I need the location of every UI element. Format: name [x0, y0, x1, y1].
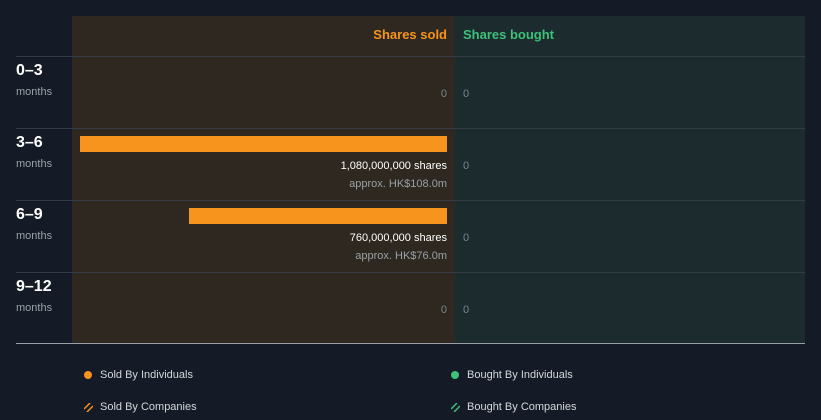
period-unit: months	[16, 86, 53, 98]
period-label: 6–9 months	[16, 206, 52, 242]
bought-value-label: 0	[463, 232, 470, 244]
row-divider	[16, 272, 805, 273]
shares-bought-panel	[455, 16, 805, 344]
sold-bar[interactable]	[188, 208, 447, 224]
legend-bought-by-companies: Bought By Companies	[451, 401, 576, 413]
legend-sold-by-individuals: Sold By Individuals	[84, 369, 193, 381]
period-label: 0–3 months	[16, 62, 52, 98]
chart-baseline	[16, 343, 805, 344]
period-label: 9–12 months	[16, 278, 52, 314]
orange-hatch-icon	[84, 402, 93, 412]
period-range: 6–9	[16, 206, 43, 223]
bought-value-label: 0	[463, 88, 470, 100]
orange-dot-icon	[84, 371, 92, 379]
period-range: 0–3	[16, 62, 43, 79]
legend-label: Bought By Companies	[467, 401, 577, 413]
sold-value-label: 0	[440, 304, 447, 316]
green-dot-icon	[451, 371, 459, 379]
row-divider	[16, 56, 805, 57]
legend-bought-by-individuals: Bought By Individuals	[451, 369, 573, 381]
sold-shares-label: 760,000,000 shares	[349, 232, 447, 244]
bought-value-label: 0	[463, 304, 470, 316]
period-label: 3–6 months	[16, 134, 52, 170]
period-unit: months	[16, 230, 53, 242]
sold-approx-value: approx. HK$76.0m	[355, 250, 447, 262]
period-unit: months	[16, 158, 53, 170]
sold-approx-value: approx. HK$108.0m	[349, 178, 447, 190]
legend-sold-by-companies: Sold By Companies	[84, 401, 197, 413]
legend-label: Bought By Individuals	[467, 369, 573, 381]
shares-sold-header: Shares sold	[373, 27, 447, 42]
shares-bought-header: Shares bought	[463, 27, 555, 42]
sold-value-label: 0	[440, 88, 447, 100]
sold-shares-label: 1,080,000,000 shares	[340, 160, 447, 172]
row-divider	[16, 128, 805, 129]
row-divider	[16, 200, 805, 201]
period-range: 9–12	[16, 278, 52, 295]
period-unit: months	[16, 302, 53, 314]
legend-label: Sold By Individuals	[100, 369, 193, 381]
green-hatch-icon	[451, 402, 460, 412]
bought-value-label: 0	[463, 160, 470, 172]
period-range: 3–6	[16, 134, 43, 151]
sold-bar[interactable]	[80, 136, 447, 152]
legend-label: Sold By Companies	[100, 401, 197, 413]
